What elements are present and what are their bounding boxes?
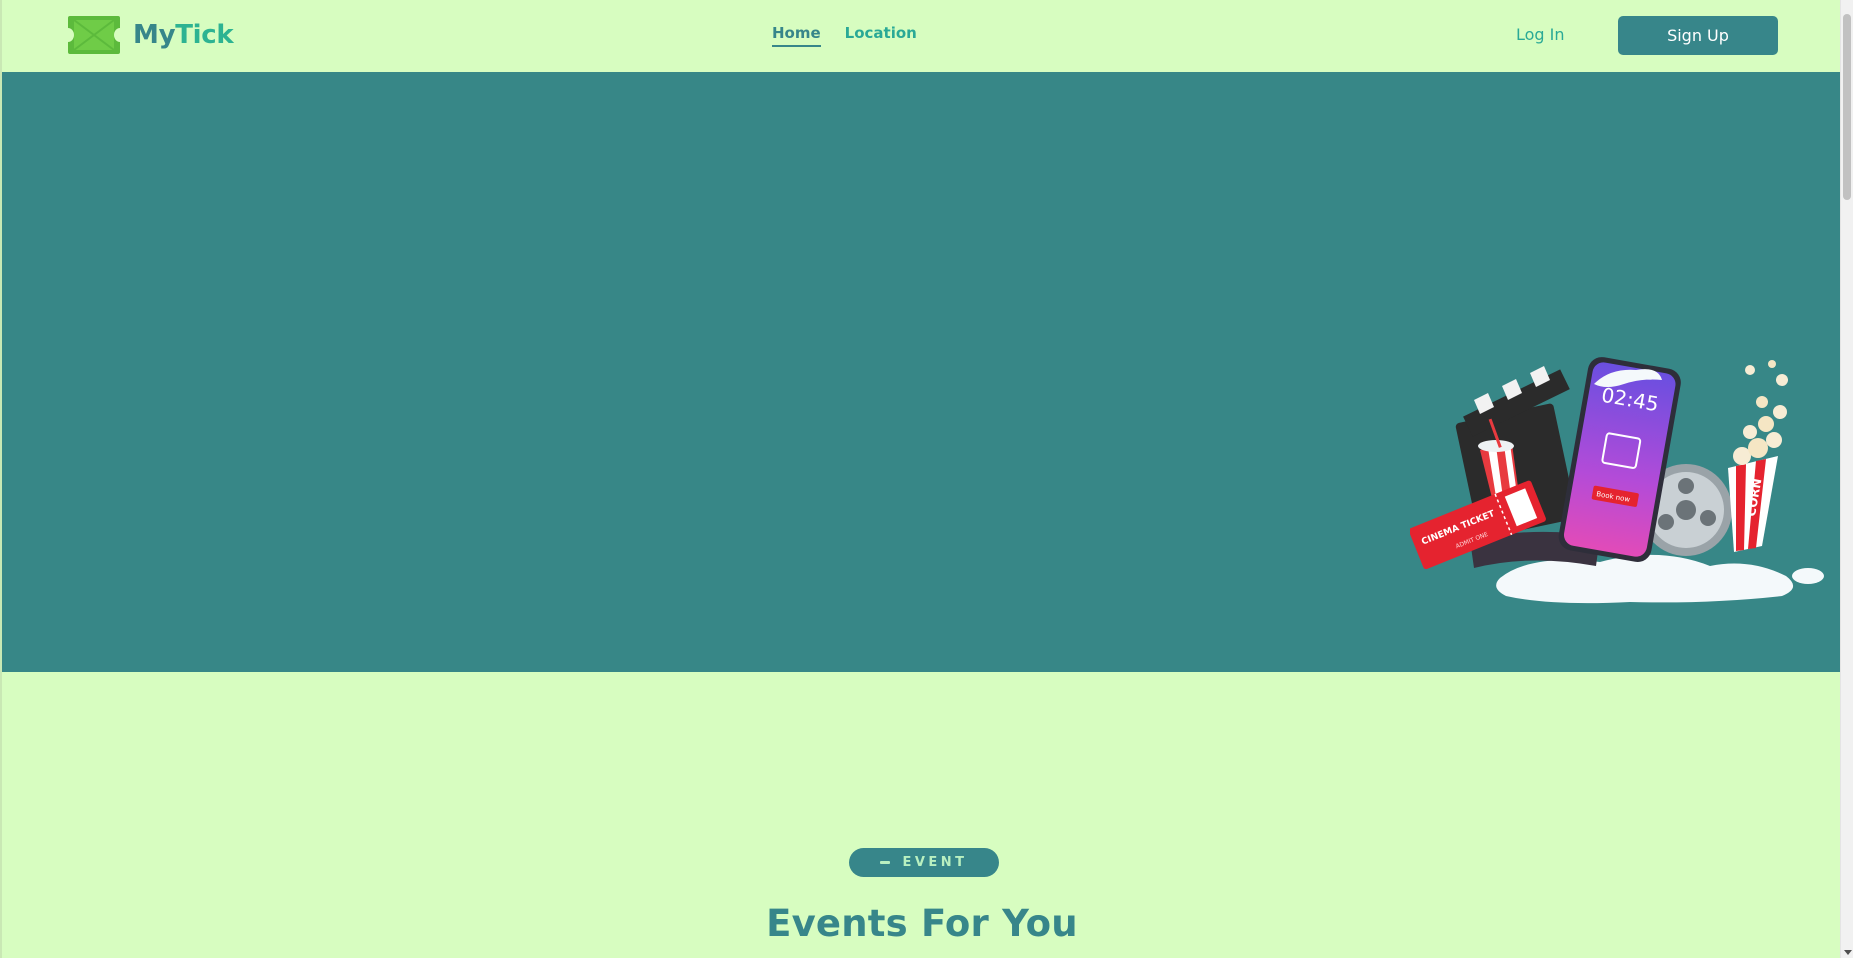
- brand-name-tick: Tick: [175, 20, 234, 50]
- brand-name-my: My: [133, 20, 176, 50]
- event-badge: EVENT: [849, 848, 999, 877]
- scrollbar-thumb[interactable]: [1843, 14, 1851, 200]
- logo[interactable]: MyTick: [66, 14, 234, 56]
- ticket-icon: [68, 16, 120, 54]
- snow-lump: [1792, 568, 1824, 584]
- dash-icon: [880, 861, 891, 864]
- page: MyTick Home Location Log In Sign Up CINE…: [0, 0, 1842, 958]
- scroll-down-arrow-icon[interactable]: [1844, 950, 1852, 955]
- nav-location[interactable]: Location: [845, 24, 917, 47]
- login-link[interactable]: Log In: [1516, 25, 1565, 44]
- snow-base: [1496, 554, 1794, 604]
- events-title: Events For You: [766, 902, 1078, 945]
- popcorn-box: CORN: [1728, 360, 1788, 552]
- brand-name: MyTick: [133, 20, 234, 50]
- vertical-scrollbar[interactable]: [1840, 0, 1853, 958]
- main-nav: Home Location: [772, 24, 917, 47]
- signup-button[interactable]: Sign Up: [1618, 16, 1778, 55]
- cinema-illustration: CINEMA TICKET ADMIT ONE 02:45 Book now C…: [1410, 357, 1824, 604]
- header: MyTick Home Location Log In Sign Up: [2, 0, 1842, 72]
- hero-banner: CINEMA TICKET ADMIT ONE 02:45 Book now C…: [2, 72, 1842, 672]
- event-badge-label: EVENT: [902, 855, 968, 870]
- nav-home[interactable]: Home: [772, 24, 821, 47]
